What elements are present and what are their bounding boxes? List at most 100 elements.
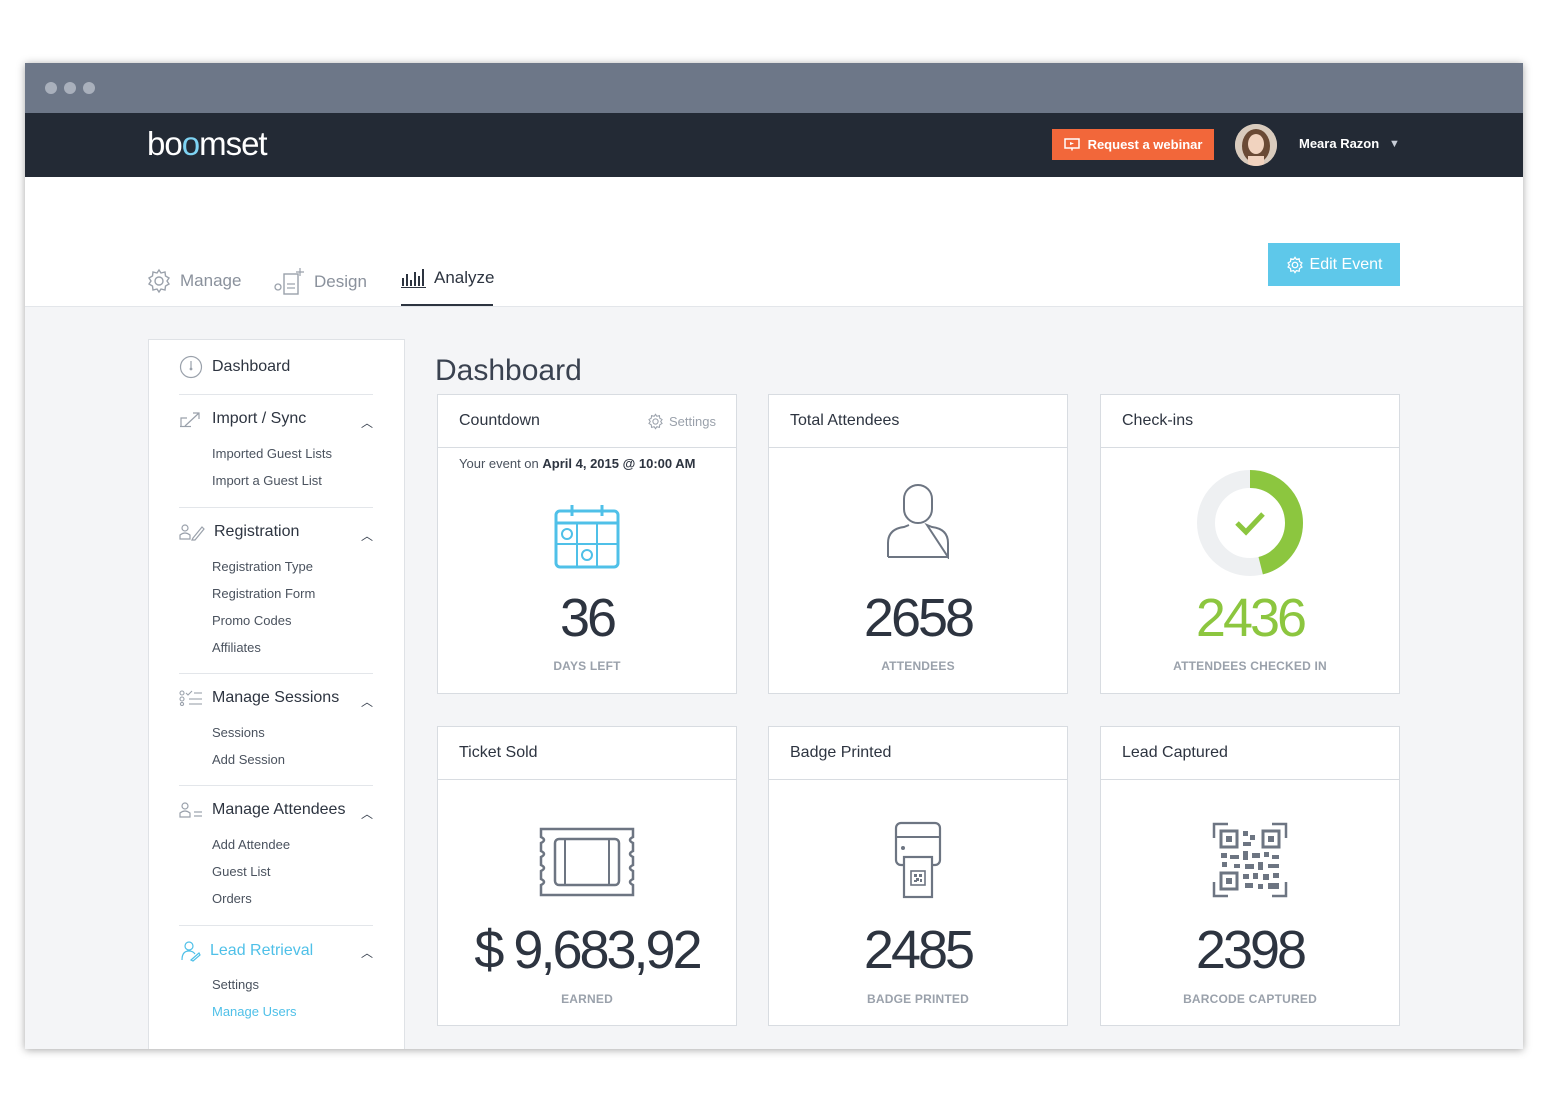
session-list-icon — [179, 690, 202, 706]
top-navbar: boomset boomset Request a webinar Meara … — [25, 113, 1523, 177]
edit-event-label: Edit Event — [1309, 255, 1383, 273]
sidebar-item-lead-settings[interactable]: Settings — [212, 977, 259, 992]
registration-icon — [179, 524, 205, 541]
presentation-icon — [1063, 138, 1080, 151]
active-tab-indicator — [401, 304, 493, 306]
ticket-icon — [539, 827, 635, 897]
leads-caption: BARCODE CAPTURED — [1183, 992, 1317, 1006]
window-close-dot[interactable] — [45, 82, 57, 94]
tickets-caption: EARNED — [561, 992, 613, 1006]
design-icon — [274, 268, 304, 295]
qr-code-icon-wrap — [1101, 822, 1399, 898]
tab-manage[interactable]: Manage — [146, 268, 241, 294]
total-attendees-value: 2658 — [863, 588, 975, 648]
badges-value: 2485 — [863, 920, 975, 980]
edit-event-button[interactable]: Edit Event — [1268, 243, 1400, 286]
avatar[interactable] — [1235, 124, 1277, 166]
sidebar-item-manage-users[interactable]: Manage Users — [212, 1004, 297, 1019]
sidebar-section-label: Import / Sync — [212, 410, 307, 427]
checkins-card: Check-ins 2436 ATTENDEES CHECKED IN — [1100, 394, 1400, 694]
sidebar-section-label: Manage Attendees — [212, 801, 346, 818]
sidebar-item-registration-type[interactable]: Registration Type — [212, 559, 313, 574]
chevron-up-icon[interactable]: ︿ — [361, 805, 373, 822]
browser-window: boomset boomset Request a webinar Meara … — [25, 63, 1523, 1049]
tab-design-label: Design — [314, 272, 367, 291]
sidebar-divider — [179, 394, 373, 395]
gear-icon — [148, 268, 170, 294]
total-attendees-card: Total Attendees 2658 ATTENDEES — [768, 394, 1068, 694]
sidebar-item-registration-form[interactable]: Registration Form — [212, 586, 315, 601]
sidebar-item-dashboard[interactable]: Dashboard — [179, 355, 290, 379]
card-title: Lead Captured — [1122, 744, 1228, 761]
sidebar-divider — [179, 507, 373, 508]
card-header: Lead Captured — [1101, 727, 1399, 780]
event-date-line: Your event on April 4, 2015 @ 10:00 AM — [459, 456, 695, 471]
dashboard-gauge-icon — [179, 355, 203, 379]
badge-printed-card: Badge Printed 2485 BADGE PRINTED — [768, 726, 1068, 1026]
sidebar-item-add-session[interactable]: Add Session — [212, 752, 285, 767]
gear-icon — [1286, 255, 1303, 274]
card-header: Countdown Settings — [438, 395, 736, 448]
checkins-caption: ATTENDEES CHECKED IN — [1173, 659, 1327, 673]
sidebar-section-lead-retrieval[interactable]: Lead Retrieval — [179, 940, 313, 962]
sidebar-item-guest-list[interactable]: Guest List — [212, 864, 271, 879]
lead-captured-card: Lead Captured 2398 BARCODE CAPTURED — [1100, 726, 1400, 1026]
sidebar-item-import-guest-list[interactable]: Import a Guest List — [212, 473, 322, 488]
badges-caption: BADGE PRINTED — [867, 992, 969, 1006]
chevron-up-icon[interactable]: ︿ — [361, 527, 373, 544]
countdown-card: Countdown Settings Your event on April 4… — [437, 394, 737, 694]
sidebar-item-label: Dashboard — [212, 358, 291, 375]
settings-label: Settings — [669, 414, 716, 429]
sidebar-section-manage-sessions[interactable]: Manage Sessions — [179, 689, 339, 707]
request-webinar-label: Request a webinar — [1087, 137, 1203, 152]
sidebar-item-add-attendee[interactable]: Add Attendee — [212, 837, 290, 852]
countdown-settings-button[interactable]: Settings — [647, 413, 716, 430]
window-titlebar — [25, 63, 1523, 113]
sidebar-item-promo-codes[interactable]: Promo Codes — [212, 613, 291, 628]
tab-design[interactable]: Design — [274, 268, 367, 296]
card-title: Badge Printed — [790, 744, 892, 761]
sidebar: Dashboard Import / Sync ︿ Imported Guest… — [148, 339, 405, 1049]
chevron-up-icon[interactable]: ︿ — [361, 944, 373, 961]
window-minimize-dot[interactable] — [64, 82, 76, 94]
page-title: Dashboard — [435, 354, 582, 388]
qr-code-icon — [1212, 822, 1288, 898]
gear-icon — [648, 413, 663, 430]
sidebar-item-imported-guest-lists[interactable]: Imported Guest Lists — [212, 446, 332, 461]
sidebar-divider — [179, 925, 373, 926]
sidebar-section-manage-attendees[interactable]: Manage Attendees — [179, 801, 345, 819]
badge-printer-icon-wrap — [769, 821, 1067, 899]
tab-analyze-label: Analyze — [434, 268, 495, 287]
checkins-value: 2436 — [1195, 588, 1307, 648]
checkin-donut-wrap — [1101, 468, 1399, 578]
sidebar-divider — [179, 785, 373, 786]
countdown-caption: DAYS LEFT — [553, 659, 621, 673]
chevron-up-icon[interactable]: ︿ — [361, 414, 373, 431]
total-attendees-caption: ATTENDEES — [881, 659, 955, 673]
window-zoom-dot[interactable] — [83, 82, 95, 94]
sidebar-divider — [179, 673, 373, 674]
event-date-prefix: Your event on — [459, 456, 539, 471]
sidebar-section-registration[interactable]: Registration — [179, 523, 299, 541]
import-sync-icon — [180, 412, 200, 428]
lead-retrieval-icon — [181, 941, 201, 962]
person-icon — [887, 484, 949, 559]
request-webinar-button[interactable]: Request a webinar — [1052, 129, 1214, 160]
boomset-logo[interactable]: boomset boomset — [147, 125, 268, 163]
user-name[interactable]: Meara Razon — [1299, 136, 1379, 151]
card-title: Countdown — [459, 412, 540, 429]
sidebar-item-sessions[interactable]: Sessions — [212, 725, 265, 740]
tickets-value: $ 9,683,92 — [474, 920, 702, 980]
card-header: Ticket Sold — [438, 727, 736, 780]
sidebar-item-affiliates[interactable]: Affiliates — [212, 640, 261, 655]
event-date: April 4, 2015 @ 10:00 AM — [542, 456, 696, 471]
sidebar-section-import-sync[interactable]: Import / Sync — [179, 410, 306, 428]
bar-chart-icon — [401, 269, 426, 288]
avatar-photo — [1235, 124, 1277, 166]
chevron-down-icon[interactable]: ▼ — [1389, 138, 1400, 150]
chevron-up-icon[interactable]: ︿ — [361, 693, 373, 710]
card-header: Total Attendees — [769, 395, 1067, 448]
tab-manage-label: Manage — [180, 271, 242, 290]
sidebar-item-orders[interactable]: Orders — [212, 891, 252, 906]
tab-analyze[interactable]: Analyze — [401, 268, 494, 288]
